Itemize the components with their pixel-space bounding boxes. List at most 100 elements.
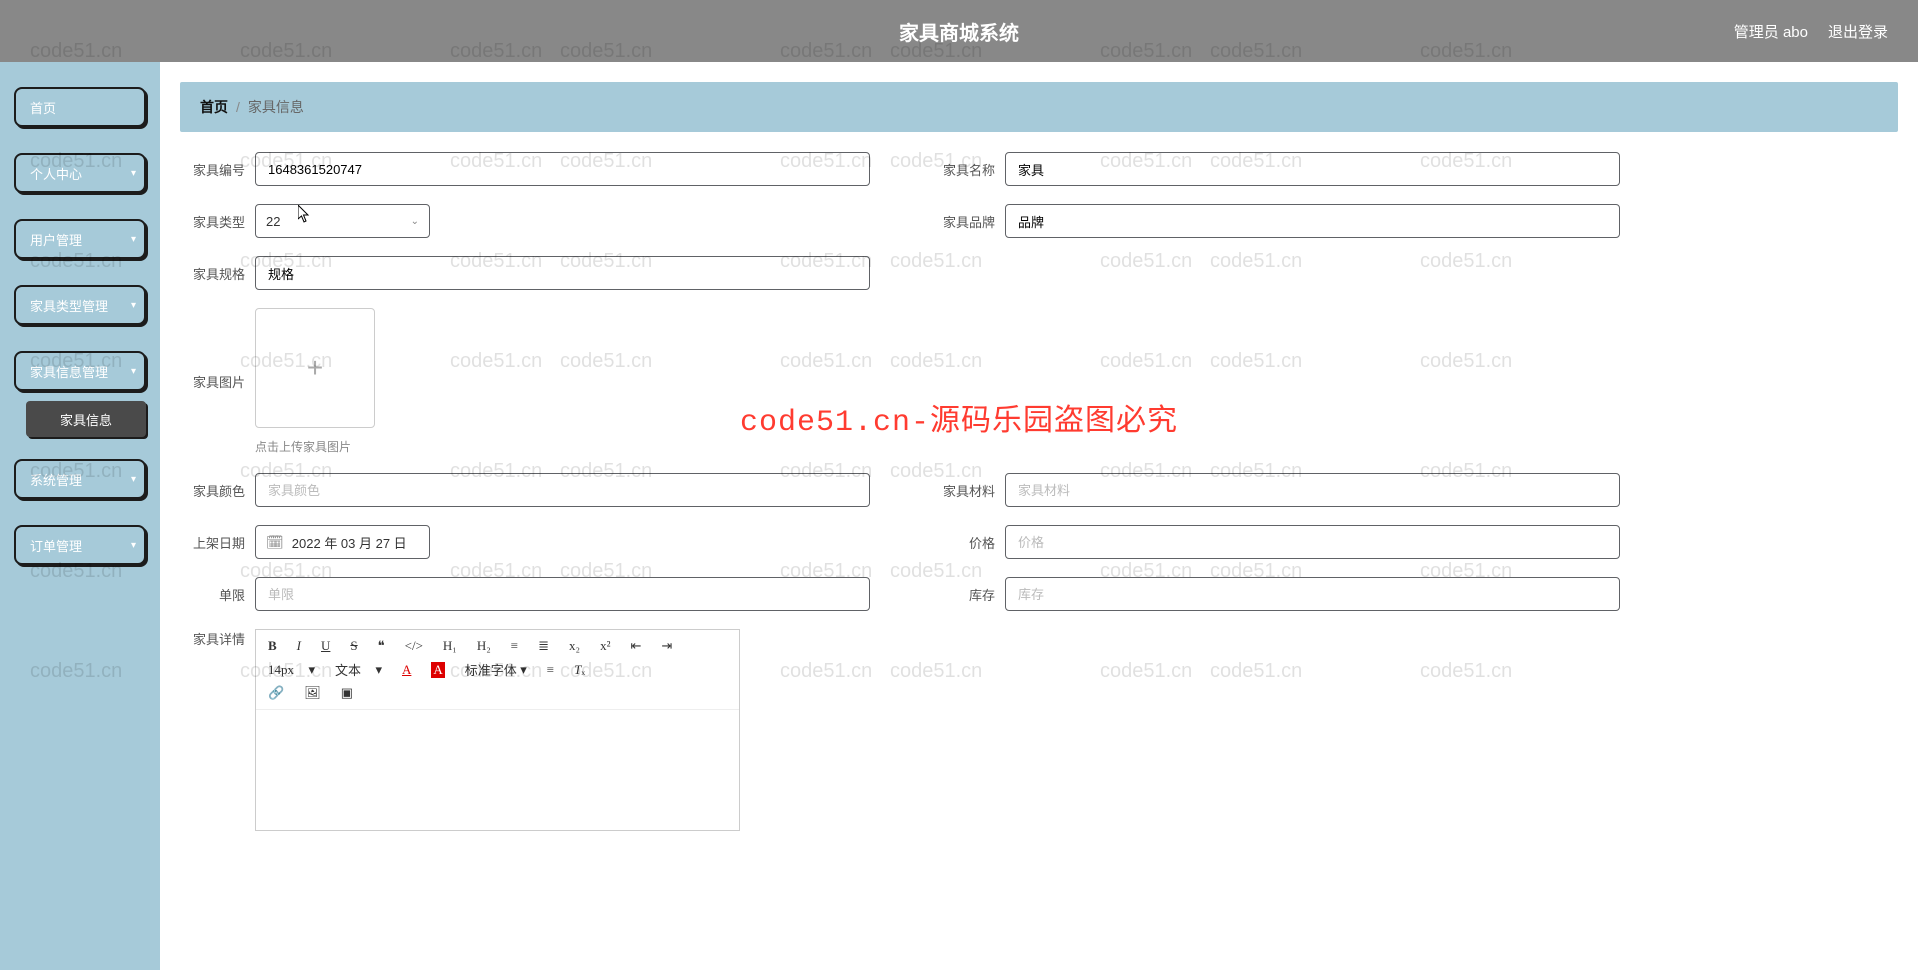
label-limit: 单限 bbox=[190, 585, 245, 604]
field-detail: 家具详情 B I U S ❝ </> H₁ H₂ ≡ bbox=[190, 629, 1888, 831]
sidebar-item-users[interactable]: 用户管理 ▾ bbox=[14, 219, 146, 259]
label-color: 家具颜色 bbox=[190, 481, 245, 500]
chevron-down-icon: ▾ bbox=[131, 366, 136, 377]
upload-image[interactable]: + bbox=[255, 308, 375, 428]
chevron-down-icon: ▾ bbox=[375, 662, 382, 678]
editor-code-icon[interactable]: </> bbox=[401, 636, 427, 656]
input-name[interactable] bbox=[1005, 152, 1620, 186]
sidebar: 首页 个人中心 ▾ 用户管理 ▾ 家具类型管理 ▾ 家具信息管理 ▾ 家具信息 … bbox=[0, 62, 160, 970]
editor-sub-icon[interactable]: x₂ bbox=[565, 636, 584, 656]
sidebar-sub-furniture-info[interactable]: 家具信息 bbox=[26, 401, 146, 437]
editor-clear-icon[interactable]: Tₓ bbox=[570, 660, 589, 680]
field-color: 家具颜色 bbox=[190, 473, 870, 507]
user-label[interactable]: 管理员 abo bbox=[1734, 21, 1808, 42]
editor-body[interactable] bbox=[256, 710, 739, 830]
editor-fontfamily-select[interactable]: 标准字体 ▾ bbox=[461, 658, 531, 681]
editor-list-ol-icon[interactable]: ≡ bbox=[507, 636, 522, 656]
editor-bgcolor-icon[interactable]: A bbox=[427, 660, 448, 680]
field-price: 价格 bbox=[940, 525, 1620, 559]
sidebar-item-system[interactable]: 系统管理 ▾ bbox=[14, 459, 146, 499]
field-stock: 库存 bbox=[940, 577, 1620, 611]
editor-fontsize-select[interactable]: 14px ▾ bbox=[264, 660, 319, 680]
editor-color-icon[interactable]: A bbox=[398, 660, 415, 680]
sidebar-sub-label: 家具信息 bbox=[60, 410, 112, 429]
editor-outdent-icon[interactable]: ⇥ bbox=[657, 636, 676, 656]
chevron-down-icon: ⌄ bbox=[411, 216, 419, 227]
sidebar-item-label: 个人中心 bbox=[30, 164, 82, 183]
chevron-down-icon: ▾ bbox=[520, 662, 527, 678]
chevron-down-icon: ▾ bbox=[131, 540, 136, 551]
label-price: 价格 bbox=[940, 533, 995, 552]
label-name: 家具名称 bbox=[940, 160, 995, 179]
input-brand[interactable] bbox=[1005, 204, 1620, 238]
label-stock: 库存 bbox=[940, 585, 995, 604]
sidebar-item-furniture-type[interactable]: 家具类型管理 ▾ bbox=[14, 285, 146, 325]
breadcrumb-home[interactable]: 首页 bbox=[200, 97, 228, 117]
chevron-down-icon: ▾ bbox=[131, 474, 136, 485]
editor-h2-icon[interactable]: H₂ bbox=[473, 636, 495, 656]
chevron-down-icon: ▾ bbox=[308, 662, 315, 678]
date-value: 2022 年 03 月 27 日 bbox=[292, 533, 407, 552]
breadcrumb: 首页 / 家具信息 bbox=[180, 82, 1898, 132]
header-right: 管理员 abo 退出登录 bbox=[1734, 21, 1888, 42]
label-image: 家具图片 bbox=[190, 372, 245, 391]
upload-tip: 点击上传家具图片 bbox=[255, 438, 375, 455]
field-name: 家具名称 bbox=[940, 152, 1620, 186]
label-date: 上架日期 bbox=[190, 533, 245, 552]
sidebar-item-furniture-info[interactable]: 家具信息管理 ▾ bbox=[14, 351, 146, 391]
main: 首页 / 家具信息 家具编号 家具名称 家具类型 22 bbox=[160, 62, 1918, 970]
breadcrumb-current: 家具信息 bbox=[248, 97, 304, 117]
editor-h1-icon[interactable]: H₁ bbox=[439, 636, 461, 656]
editor-text-select[interactable]: 文本 ▾ bbox=[331, 658, 386, 681]
editor-indent-icon[interactable]: ⇤ bbox=[626, 636, 645, 656]
breadcrumb-sep: / bbox=[236, 99, 240, 115]
editor-bold-icon[interactable]: B bbox=[264, 636, 281, 656]
label-spec: 家具规格 bbox=[190, 264, 245, 283]
logout-link[interactable]: 退出登录 bbox=[1828, 21, 1888, 42]
editor-link-icon[interactable]: 🔗 bbox=[264, 683, 288, 703]
editor-image-icon[interactable]: 🖼 bbox=[300, 683, 325, 703]
field-type: 家具类型 22 ⌄ bbox=[190, 204, 870, 238]
plus-icon: + bbox=[307, 352, 323, 384]
sidebar-item-profile[interactable]: 个人中心 ▾ bbox=[14, 153, 146, 193]
app-title: 家具商城系统 bbox=[0, 17, 1918, 46]
header: 家具商城系统 管理员 abo 退出登录 bbox=[0, 0, 1918, 62]
form: 家具编号 家具名称 家具类型 22 ⌄ 家具 bbox=[160, 132, 1918, 851]
input-price[interactable] bbox=[1005, 525, 1620, 559]
input-spec[interactable] bbox=[255, 256, 870, 290]
input-stock[interactable] bbox=[1005, 577, 1620, 611]
field-material: 家具材料 bbox=[940, 473, 1620, 507]
input-limit[interactable] bbox=[255, 577, 870, 611]
input-code[interactable] bbox=[255, 152, 870, 186]
sidebar-item-label: 用户管理 bbox=[30, 230, 82, 249]
label-code: 家具编号 bbox=[190, 160, 245, 179]
field-image: 家具图片 + 点击上传家具图片 bbox=[190, 308, 870, 455]
sidebar-item-label: 订单管理 bbox=[30, 536, 82, 555]
sidebar-item-label: 系统管理 bbox=[30, 470, 82, 489]
field-spec: 家具规格 bbox=[190, 256, 870, 290]
editor-sup-icon[interactable]: x² bbox=[596, 636, 614, 656]
field-code: 家具编号 bbox=[190, 152, 870, 186]
input-material[interactable] bbox=[1005, 473, 1620, 507]
sidebar-item-label: 首页 bbox=[30, 98, 56, 117]
sidebar-item-home[interactable]: 首页 bbox=[14, 87, 146, 127]
input-color[interactable] bbox=[255, 473, 870, 507]
select-type[interactable]: 22 ⌄ bbox=[255, 204, 430, 238]
date-picker[interactable]: 🗓 2022 年 03 月 27 日 bbox=[255, 525, 430, 559]
editor-list-ul-icon[interactable]: ≣ bbox=[534, 636, 553, 656]
editor-video-icon[interactable]: ▣ bbox=[337, 683, 357, 703]
field-brand: 家具品牌 bbox=[940, 204, 1620, 238]
chevron-down-icon: ▾ bbox=[131, 168, 136, 179]
editor-underline-icon[interactable]: U bbox=[317, 636, 334, 656]
sidebar-item-orders[interactable]: 订单管理 ▾ bbox=[14, 525, 146, 565]
editor-align-icon[interactable]: ≡ bbox=[543, 660, 558, 680]
editor-italic-icon[interactable]: I bbox=[293, 636, 305, 656]
field-date: 上架日期 🗓 2022 年 03 月 27 日 bbox=[190, 525, 870, 559]
editor-toolbar: B I U S ❝ </> H₁ H₂ ≡ ≣ x₂ x² ⇤ bbox=[256, 630, 739, 710]
editor-strike-icon[interactable]: S bbox=[346, 636, 361, 656]
rich-editor: B I U S ❝ </> H₁ H₂ ≡ ≣ x₂ x² ⇤ bbox=[255, 629, 740, 831]
label-brand: 家具品牌 bbox=[940, 212, 995, 231]
sidebar-item-label: 家具信息管理 bbox=[30, 362, 108, 381]
editor-quote-icon[interactable]: ❝ bbox=[374, 636, 389, 656]
label-material: 家具材料 bbox=[940, 481, 995, 500]
